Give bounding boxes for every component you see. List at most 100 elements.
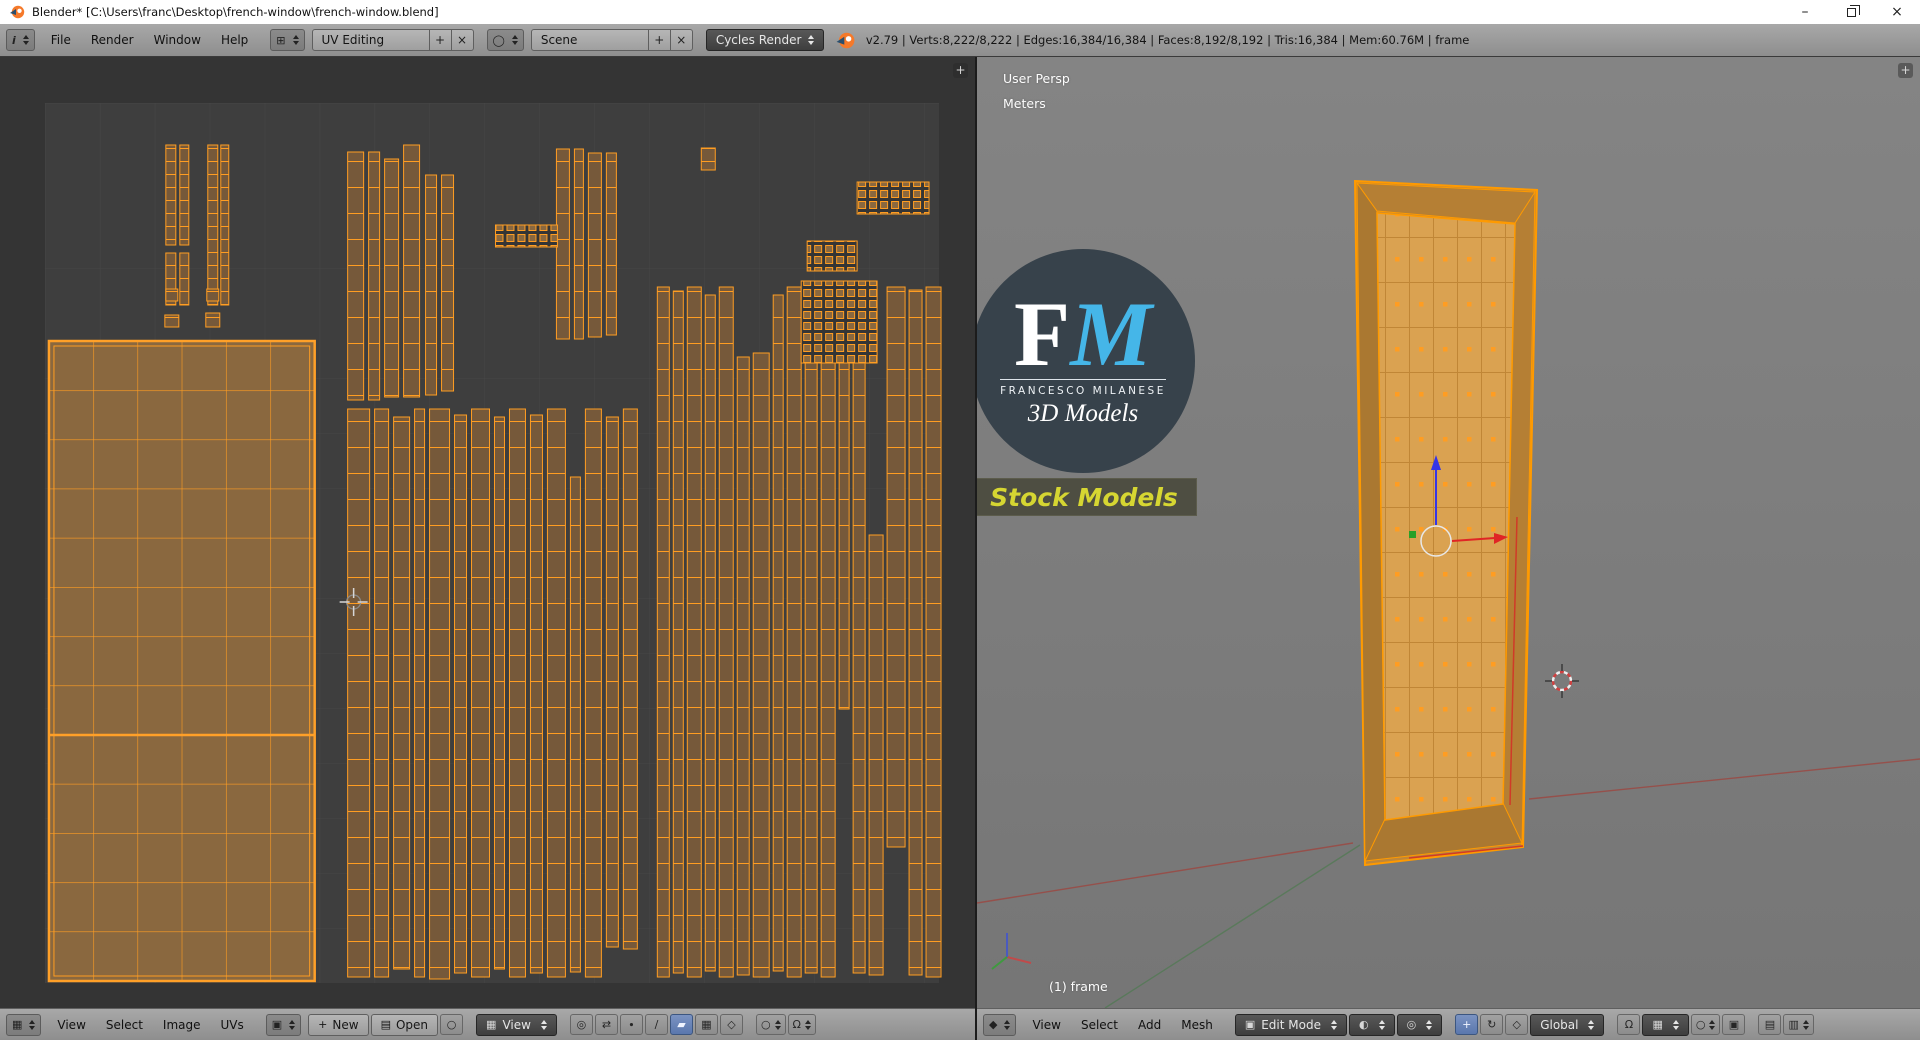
limit-select-visible-button[interactable]: ▣: [1722, 1014, 1746, 1035]
open-image-label: Open: [395, 1017, 429, 1032]
manipulator-rotate-button[interactable]: ↻: [1480, 1014, 1504, 1035]
fm-logo-circle: FM FRANCESCO MILANESE 3D Models: [977, 249, 1195, 473]
viewport-editor-type-selector[interactable]: ◆: [983, 1013, 1017, 1036]
scene-field[interactable]: Scene: [530, 29, 649, 51]
uv-island-bars-top[interactable]: [856, 181, 930, 215]
uv-menu-view[interactable]: View: [48, 1015, 94, 1035]
fm-author-name: FRANCESCO MILANESE: [1000, 378, 1166, 397]
screen-layout-icon: ⊞: [276, 33, 286, 47]
close-button[interactable]: ×: [1874, 0, 1920, 24]
uv-sync-select-toggle[interactable]: ⇄: [594, 1014, 618, 1035]
opengl-render-anim-button[interactable]: ▥: [1783, 1014, 1814, 1035]
info-editor-type-selector[interactable]: i: [6, 29, 35, 51]
glass-faces: [1376, 212, 1516, 821]
open-image-button[interactable]: ▤ Open: [370, 1013, 439, 1036]
opengl-render-button[interactable]: ▤: [1758, 1014, 1782, 1035]
menu-file[interactable]: File: [42, 30, 80, 50]
uv-menu-image[interactable]: Image: [154, 1015, 210, 1035]
select-mode-edge-button[interactable]: ∕: [644, 1014, 668, 1035]
uv-menu-uvs[interactable]: UVs: [212, 1015, 253, 1035]
edit-mode-icon: ▣: [1244, 1018, 1256, 1031]
dropdown-arrows-icon: [1379, 1020, 1385, 1030]
orientation-value: Global: [1540, 1017, 1579, 1032]
scale-icon: ◇: [1512, 1018, 1521, 1031]
dropdown-arrows-icon: [808, 35, 814, 45]
viewport-shading-dropdown[interactable]: ◐: [1348, 1013, 1395, 1036]
select-mode-vertex-button[interactable]: ∙: [619, 1014, 643, 1035]
uv-island-bars-cluster[interactable]: [806, 240, 858, 272]
mode-dropdown[interactable]: ▣ Edit Mode: [1234, 1013, 1347, 1036]
sticky-select-button[interactable]: ◇: [719, 1014, 743, 1035]
manipulator-translate-button[interactable]: +: [1455, 1014, 1479, 1035]
uv-snap-button[interactable]: Ω: [787, 1014, 816, 1035]
uv-snap-cursor-button[interactable]: ◎: [569, 1014, 593, 1035]
screen-layout-browse[interactable]: ⊞: [270, 29, 305, 51]
add-scene-button[interactable]: +: [648, 29, 671, 51]
menu-render[interactable]: Render: [82, 30, 143, 50]
dropdown-arrows-icon: [293, 35, 299, 45]
proportional-edit-icon: ○: [1695, 1018, 1706, 1031]
snap-toggle-button[interactable]: Ω: [1617, 1014, 1641, 1035]
dropdown-arrows-icon: [1803, 1020, 1809, 1030]
new-image-label: New: [332, 1017, 359, 1032]
add-layout-button[interactable]: +: [429, 29, 452, 51]
uv-island-main-panel[interactable]: [47, 339, 316, 983]
snap-element-dropdown[interactable]: ▦: [1642, 1013, 1689, 1036]
transform-orientation-dropdown[interactable]: Global: [1530, 1013, 1605, 1036]
mesh-french-window[interactable]: [1353, 179, 1539, 867]
pivot-point-dropdown[interactable]: ◎: [1396, 1013, 1443, 1036]
pin-icon: ○: [446, 1018, 457, 1031]
uv-menu-select[interactable]: Select: [97, 1015, 152, 1035]
y-axis-handle: [1409, 531, 1416, 538]
cursor-icon: ◎: [576, 1018, 587, 1031]
viewport-canvas-region[interactable]: + User Persp Meters (1) frame FM FRANCES…: [977, 57, 1920, 1008]
uv-island-small-bars[interactable]: [494, 224, 558, 248]
fm-watermark: FM FRANCESCO MILANESE 3D Models Stock Mo…: [977, 249, 1197, 516]
dropdown-arrows-icon: [512, 35, 518, 45]
manipulator-scale-button[interactable]: ◇: [1505, 1014, 1529, 1035]
proportional-edit-button[interactable]: ○: [755, 1014, 786, 1035]
os-titlebar: Blender* [C:\Users\franc\Desktop\french-…: [0, 0, 1920, 24]
uv-editor-canvas-region[interactable]: +: [0, 57, 975, 1008]
uv-view-dropdown[interactable]: ▦ View: [476, 1013, 557, 1036]
active-object-label: (1) frame: [1049, 979, 1108, 994]
vp-menu-select[interactable]: Select: [1072, 1015, 1127, 1035]
render-engine-dropdown[interactable]: Cycles Render: [705, 29, 824, 51]
translate-icon: +: [1462, 1018, 1472, 1031]
delete-layout-button[interactable]: ×: [451, 29, 474, 51]
window-title: Blender* [C:\Users\franc\Desktop\french-…: [32, 5, 439, 19]
stock-models-banner: Stock Models: [977, 478, 1197, 516]
image-browse-button[interactable]: ▣: [265, 1013, 302, 1036]
proportional-edit-button[interactable]: ○: [1690, 1014, 1721, 1035]
menu-window[interactable]: Window: [145, 30, 210, 50]
maximize-button[interactable]: [1828, 0, 1874, 24]
vp-menu-add[interactable]: Add: [1129, 1015, 1170, 1035]
select-mode-face-button[interactable]: ▰: [669, 1014, 693, 1035]
region-expand-icon[interactable]: +: [1898, 63, 1913, 78]
select-mode-island-button[interactable]: ▦: [694, 1014, 718, 1035]
blender-logo-icon: [836, 32, 855, 48]
scene-browse[interactable]: ◯: [486, 29, 524, 51]
units-label: Meters: [1003, 96, 1046, 111]
uv-editor-type-selector[interactable]: ▦: [6, 1013, 42, 1036]
screen-layout-field[interactable]: UV Editing: [311, 29, 430, 51]
uv-island-dots-cluster[interactable]: [800, 280, 878, 364]
minimize-button[interactable]: –: [1782, 0, 1828, 24]
blender-app-icon: [10, 5, 25, 19]
uv-canvas[interactable]: [0, 57, 975, 1008]
screen-layout-selector: UV Editing + ×: [311, 29, 474, 51]
new-image-button[interactable]: + New: [308, 1013, 369, 1036]
vp-menu-view[interactable]: View: [1023, 1015, 1069, 1035]
delete-scene-button[interactable]: ×: [670, 29, 693, 51]
menu-help[interactable]: Help: [212, 30, 257, 50]
snap-magnet-icon: Ω: [1624, 1018, 1634, 1031]
region-expand-icon[interactable]: +: [953, 63, 968, 78]
viewport-canvas[interactable]: [977, 57, 1920, 1008]
dropdown-arrows-icon: [29, 1020, 35, 1030]
edge-select-icon: ∕: [654, 1018, 659, 1031]
fm-logo-text: FM: [1014, 288, 1152, 380]
dropdown-arrows-icon: [289, 1020, 295, 1030]
image-pin-button[interactable]: ○: [440, 1014, 464, 1035]
sticky-select-icon: ◇: [727, 1018, 736, 1031]
vp-menu-mesh[interactable]: Mesh: [1172, 1015, 1222, 1035]
